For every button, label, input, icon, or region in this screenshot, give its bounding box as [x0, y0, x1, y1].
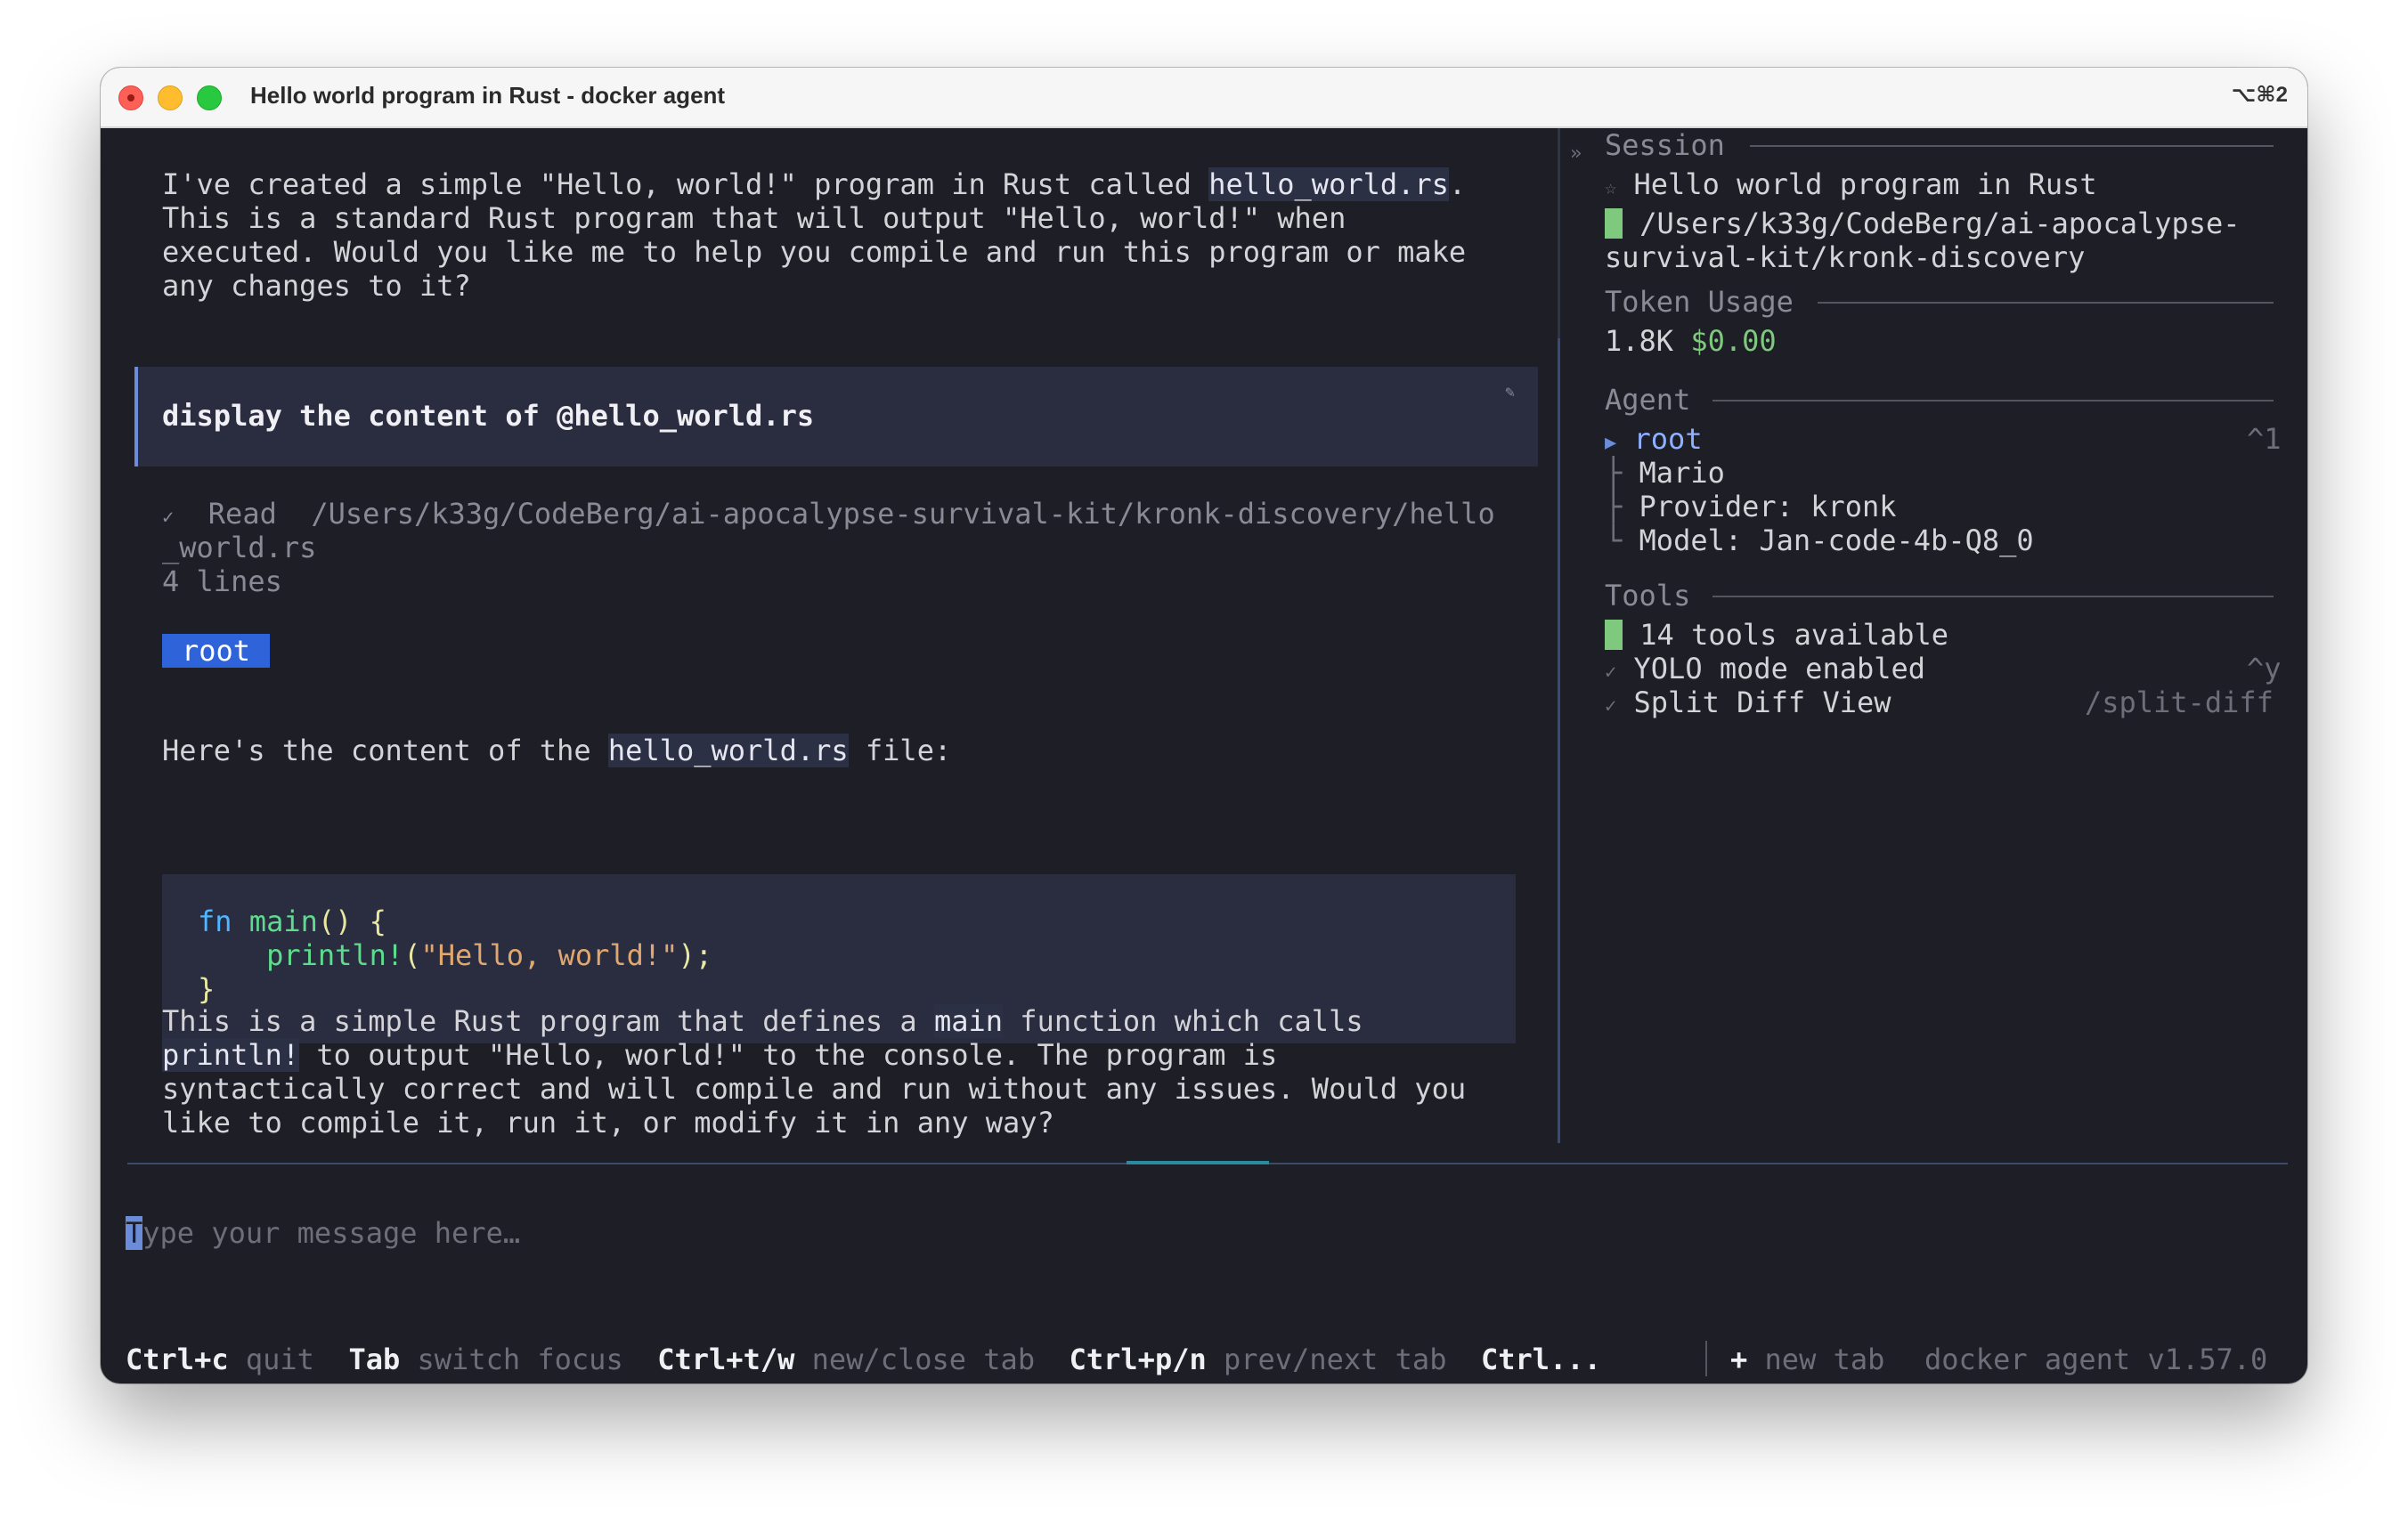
agent-detail: ├ Mario [1605, 456, 1725, 490]
new-tab-button[interactable]: + new tab [1730, 1343, 1884, 1376]
inline-code: hello_world.rs [1208, 167, 1449, 201]
footer-separator [1705, 1341, 1707, 1376]
terminal-content: I've created a simple "Hello, world!" pr… [101, 128, 2307, 1383]
assistant-explain-line: like to compile it, run it, or modify it… [162, 1106, 1054, 1140]
footer-keybindings: Ctrl+c quit Tab switch focus Ctrl+t/w ne… [126, 1343, 1601, 1376]
input-divider-accent [1127, 1161, 1269, 1164]
agent-shortcut: ^1 [2247, 422, 2282, 456]
input-placeholder: ype your message here… [142, 1216, 521, 1250]
assistant-explain-line: syntactically correct and will compile a… [162, 1072, 1467, 1106]
assistant-message-line: executed. Would you like me to help you … [162, 235, 1467, 269]
tools-header: Tools [1605, 579, 1691, 612]
check-icon: ✓ [1605, 695, 1617, 718]
message-input[interactable]: Type your message here… [126, 1216, 520, 1250]
agent-badge: root [162, 634, 271, 668]
user-message[interactable]: display the content of @hello_world.rs ✎ [134, 367, 1538, 466]
split-diff-status[interactable]: ✓ Split Diff View [1605, 685, 1891, 724]
code-line: } [198, 972, 216, 1006]
pane-scrollbar[interactable] [1558, 128, 1560, 1143]
assistant-message-line: any changes to it? [162, 269, 471, 303]
pencil-icon[interactable]: ✎ [1505, 376, 1515, 410]
agent-header: Agent [1605, 383, 1691, 417]
agent-detail: ├ Provider: kronk [1605, 490, 1897, 523]
play-arrow-icon: ▶ [1605, 432, 1617, 454]
code-line: println!("Hello, world!"); [266, 938, 712, 972]
session-header: Session [1605, 128, 1725, 162]
collapse-sidebar-icon[interactable]: » [1570, 137, 1582, 171]
divider [1750, 145, 2274, 147]
keybind-key: Ctrl+c [126, 1343, 229, 1376]
inline-code: hello_world.rs [607, 734, 849, 767]
user-message-text: display the content of @hello_world.rs [162, 399, 815, 433]
zoom-window-button[interactable] [197, 85, 222, 110]
plus-icon: + [1730, 1343, 1748, 1376]
check-icon: ✓ [162, 507, 175, 529]
window-title: Hello world program in Rust - docker age… [250, 82, 726, 109]
keybind-key: Ctrl... [1480, 1343, 1601, 1376]
tools-indicator-icon [1605, 620, 1623, 650]
yolo-mode-status[interactable]: ✓ YOLO mode enabled [1605, 652, 1925, 690]
close-window-button[interactable] [118, 85, 143, 110]
assistant-explain-line: println! to output "Hello, world!" to th… [162, 1038, 1278, 1072]
tool-call-result: 4 lines [162, 564, 282, 598]
text-cursor: T [126, 1216, 143, 1250]
keybind-key: Ctrl+t/w [657, 1343, 795, 1376]
agent-detail: └ Model: Jan-code-4b-Q8_0 [1605, 523, 2034, 557]
token-usage-value: 1.8K $0.00 [1605, 324, 1777, 358]
yolo-shortcut: ^y [2247, 652, 2282, 685]
agent-item-root[interactable]: ▶ root [1605, 422, 1703, 460]
assistant-explain-line: This is a simple Rust program that defin… [162, 1004, 1363, 1038]
minimize-window-button[interactable] [158, 85, 183, 110]
session-path: /Users/k33g/CodeBerg/ai-apocalypse- [1605, 207, 2241, 240]
divider [1818, 302, 2274, 304]
assistant-message-line: I've created a simple "Hello, world!" pr… [162, 167, 1467, 201]
code-line: fn main() { [198, 905, 386, 938]
check-icon: ✓ [1605, 661, 1617, 684]
window-shortcut: ⌥⌘2 [2231, 83, 2288, 107]
terminal-window: Hello world program in Rust - docker age… [101, 68, 2307, 1383]
tool-call-path-wrap: _world.rs [162, 531, 317, 564]
keybind-key: Tab [348, 1343, 401, 1376]
assistant-reply-intro: Here's the content of the hello_world.rs… [162, 734, 952, 767]
version-label: docker agent v1.57.0 [1924, 1343, 2268, 1376]
assistant-message-line: This is a standard Rust program that wil… [162, 201, 1346, 235]
session-title: ☆ Hello world program in Rust [1605, 167, 2097, 201]
divider [1712, 596, 2274, 597]
folder-indicator-icon [1605, 208, 1623, 239]
divider [1712, 400, 2274, 402]
tools-available: 14 tools available [1605, 618, 1948, 652]
split-diff-command: /split-diff [2085, 685, 2274, 719]
scrollbar-thumb[interactable] [1558, 128, 1560, 338]
star-icon: ☆ [1605, 177, 1617, 199]
inline-code: main [933, 1004, 1004, 1038]
inline-code: println! [162, 1038, 300, 1072]
session-path-wrap: survival-kit/kronk-discovery [1605, 240, 2086, 274]
tool-call-read[interactable]: ✓ Read /Users/k33g/CodeBerg/ai-apocalyps… [162, 497, 1495, 535]
token-usage-header: Token Usage [1605, 285, 1794, 319]
title-bar: Hello world program in Rust - docker age… [101, 68, 2307, 128]
keybind-key: Ctrl+p/n [1069, 1343, 1207, 1376]
